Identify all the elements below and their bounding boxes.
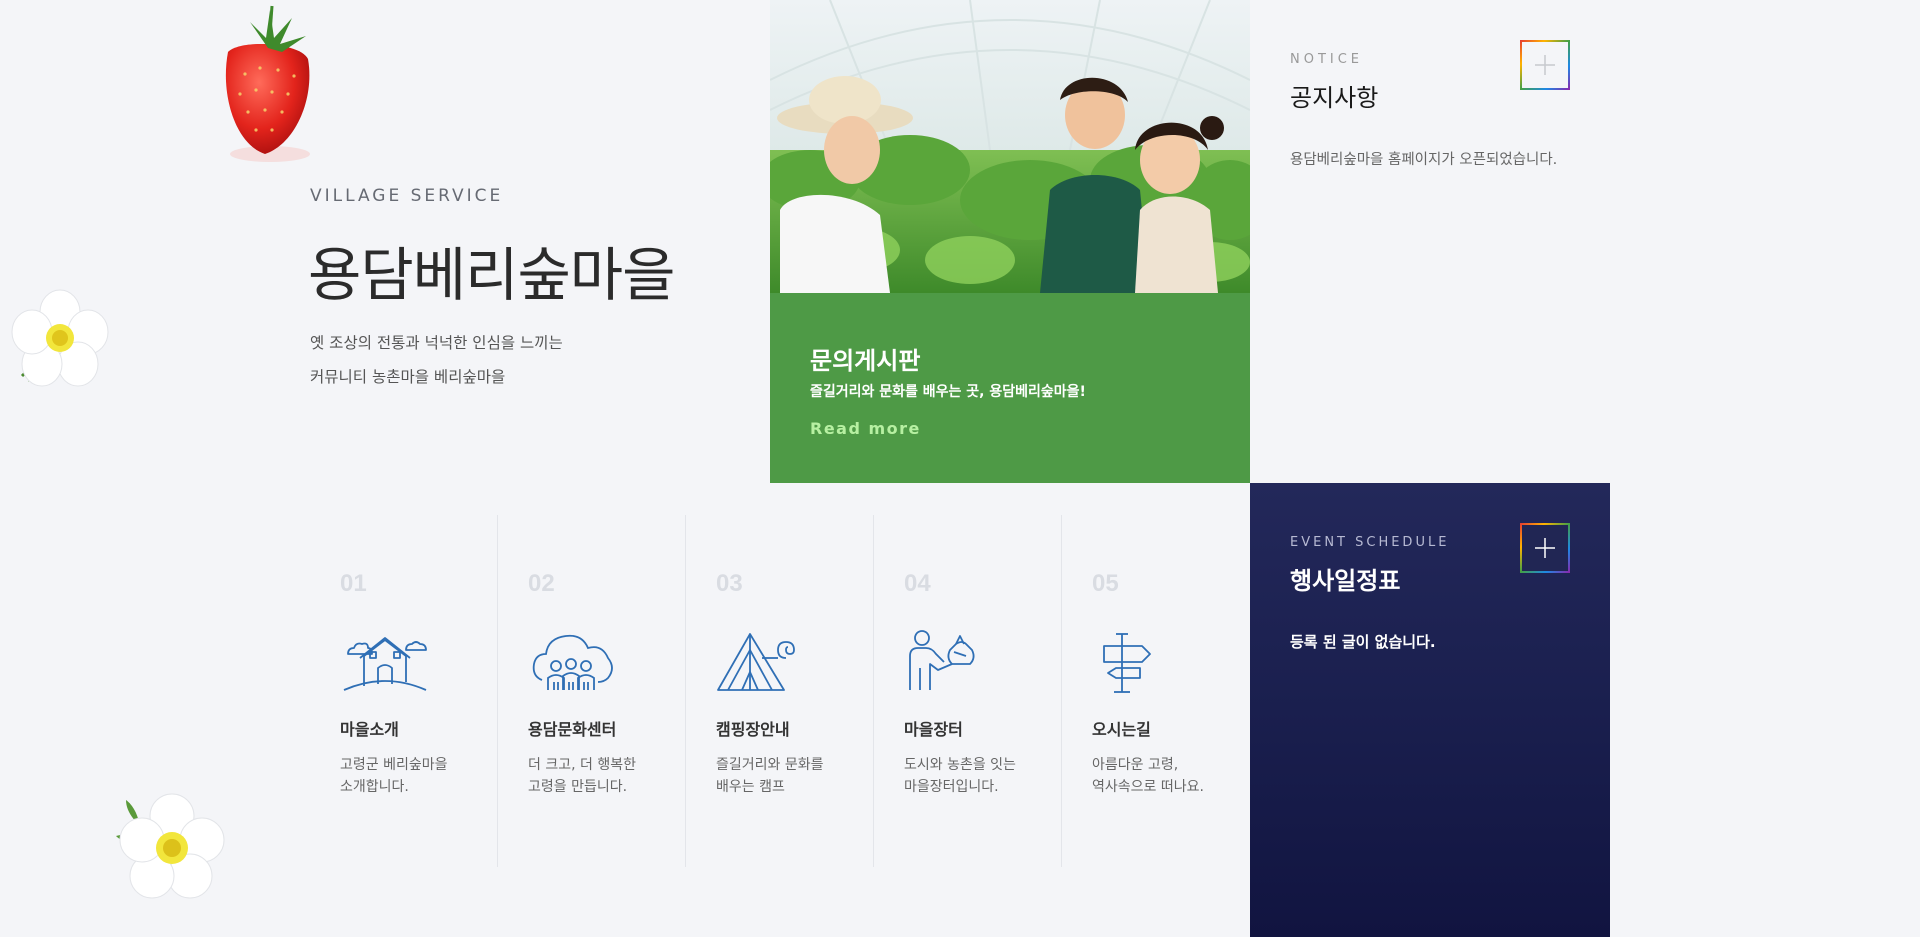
hero-description: 옛 조상의 전통과 넉넉한 인심을 느끼는 커뮤니티 농촌마을 베리숲마을 [310,326,563,394]
service-description-line: 아름다운 고령, [1092,757,1179,773]
service-description-line: 도시와 농촌을 잇는 [904,757,1016,773]
service-description-line: 역사속으로 떠나요. [1092,779,1204,795]
strawberry-image [225,5,310,162]
plus-icon [1535,538,1555,558]
service-description: 아름다운 고령, 역사속으로 떠나요. [1092,754,1242,798]
service-divider [1061,515,1062,867]
hero-description-line: 옛 조상의 전통과 넉넉한 인심을 느끼는 [310,334,563,352]
village-house-icon [340,628,490,698]
farm-family-photo [770,0,1250,293]
board-subtitle: 즐길거리와 문화를 배우는 곳, 용담베리숲마을! [810,384,1086,400]
service-title: 오시는길 [1092,720,1151,739]
service-number: 01 [340,570,367,597]
service-number: 04 [904,570,931,597]
service-title: 마을소개 [340,720,399,739]
hero-description-line: 커뮤니티 농촌마을 베리숲마을 [310,368,506,386]
service-number: 03 [716,570,743,597]
service-description: 도시와 농촌을 잇는 마을장터입니다. [904,754,1054,798]
event-more-button[interactable] [1520,523,1570,573]
market-person-icon [904,628,1054,698]
white-flower-image [11,289,109,387]
hero-title: 용담베리숲마을 [308,241,676,309]
service-divider [873,515,874,867]
service-item-camping[interactable]: 03 캠핑장안내 즐길거리와 문화를 배우는 캠프 [716,570,866,798]
service-description-line: 소개합니다. [340,779,409,795]
inquiry-board-card[interactable]: 문의게시판 즐길거리와 문화를 배우는 곳, 용담베리숲마을! Read mor… [770,0,1250,483]
board-title: 문의게시판 [810,347,921,375]
service-description: 더 크고, 더 행복한 고령을 만듭니다. [528,754,678,798]
service-description: 고령군 베리숲마을 소개합니다. [340,754,490,798]
service-description-line: 더 크고, 더 행복한 [528,757,636,773]
service-description-line: 마을장터입니다. [904,779,999,795]
service-number: 02 [528,570,555,597]
service-description-line: 고령을 만듭니다. [528,779,628,795]
notice-item[interactable]: 용담베리숲마을 홈페이지가 오픈되었습니다. [1290,148,1557,169]
community-center-icon [528,628,678,698]
notice-title: 공지사항 [1290,84,1379,112]
plus-icon [1535,55,1555,75]
notice-eyebrow: NOTICE [1290,52,1364,67]
notice-more-button[interactable] [1520,40,1570,90]
service-divider [685,515,686,867]
service-description-line: 즐길거리와 문화를 [716,757,824,773]
service-item-directions[interactable]: 05 오시는길 아름다운 고령, 역사속으로 떠나요. [1092,570,1242,798]
service-divider [497,515,498,867]
read-more-link[interactable]: Read more [810,419,921,438]
service-item-culture-center[interactable]: 02 용담문화센터 더 크고, 더 행복한 고령을 만듭니다. [528,570,678,798]
event-eyebrow: EVENT SCHEDULE [1290,535,1450,550]
event-schedule-panel: EVENT SCHEDULE 행사일정표 등록 된 글이 없습니다. [1250,483,1610,937]
service-item-market[interactable]: 04 마을장터 도시와 농촌을 잇는 마을장터입니다. [904,570,1054,798]
event-title: 행사일정표 [1290,567,1401,595]
service-title: 캠핑장안내 [716,720,790,739]
service-description-line: 고령군 베리숲마을 [340,757,448,773]
signpost-icon [1092,628,1242,698]
service-title: 용담문화센터 [528,720,617,739]
service-title: 마을장터 [904,720,963,739]
hero-eyebrow: VILLAGE SERVICE [310,186,504,206]
event-empty-message: 등록 된 글이 없습니다. [1290,633,1436,651]
service-description-line: 배우는 캠프 [716,779,785,795]
service-item-village-intro[interactable]: 01 마을소개 고령군 베리숲마을 소개합니다. [340,570,490,798]
service-number: 05 [1092,570,1119,597]
white-flower-image [116,793,225,899]
service-description: 즐길거리와 문화를 배우는 캠프 [716,754,866,798]
camping-tent-icon [716,628,866,698]
board-overlay: 문의게시판 즐길거리와 문화를 배우는 곳, 용담베리숲마을! Read mor… [770,293,1250,483]
